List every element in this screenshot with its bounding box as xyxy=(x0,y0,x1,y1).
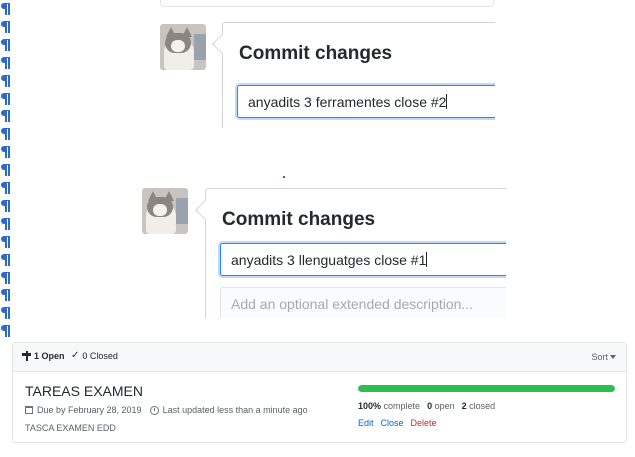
commit-title: Commit changes xyxy=(222,209,376,230)
milestone-description: TASCA EXAMEN EDD xyxy=(25,423,116,433)
milestone-progress-bar xyxy=(358,385,615,392)
milestone-updated: Last updated less than a minute ago xyxy=(162,405,308,415)
pilcrow-icon xyxy=(0,233,12,251)
progress-fill xyxy=(358,385,615,392)
sort-dropdown[interactable]: Sort xyxy=(591,352,616,362)
pilcrow-icon xyxy=(0,107,12,125)
pilcrow-icon xyxy=(0,304,12,322)
milestone-row: TAREAS EXAMEN Due by February 28, 2019 L… xyxy=(13,373,626,443)
tab-closed-milestones[interactable]: ✓ 0 Closed xyxy=(71,350,118,362)
pilcrow-icon xyxy=(0,286,12,304)
milestones-header: 1 Open ✓ 0 Closed Sort xyxy=(13,343,626,372)
delete-link[interactable]: Delete xyxy=(411,418,437,428)
milestone-stats: 100% complete 0 open 2 closed xyxy=(358,401,496,411)
avatar xyxy=(160,24,206,70)
pilcrow-icon xyxy=(0,322,12,340)
chevron-down-icon xyxy=(610,355,616,359)
milestone-meta: Due by February 28, 2019 Last updated le… xyxy=(25,405,308,415)
calendar-icon xyxy=(25,406,33,414)
close-link[interactable]: Close xyxy=(381,418,404,428)
pilcrow-icon xyxy=(0,143,12,161)
pilcrow-icon xyxy=(0,0,12,18)
commit-message-input[interactable]: anyadits 3 llenguatges close #1 xyxy=(220,243,506,276)
tab-open-milestones[interactable]: 1 Open xyxy=(22,351,65,361)
pilcrow-icon xyxy=(0,161,12,179)
top-panel-edge xyxy=(160,0,494,7)
commit-panel-2: Commit changes anyadits 3 llenguatges cl… xyxy=(135,180,506,318)
pilcrow-icon xyxy=(0,90,12,108)
pilcrow-icon xyxy=(0,179,12,197)
pilcrow-icon xyxy=(0,197,12,215)
commit-message-input[interactable]: anyadits 3 ferramentes close #2 xyxy=(237,85,495,118)
commit-form: Commit changes anyadits 3 llenguatges cl… xyxy=(195,188,506,318)
commit-description-field[interactable]: Add an optional extended description... xyxy=(220,287,506,318)
milestone-actions: Edit Close Delete xyxy=(358,418,437,428)
milestone-due-date: Due by February 28, 2019 xyxy=(37,405,142,415)
pilcrow-icon xyxy=(0,269,12,287)
milestone-title[interactable]: TAREAS EXAMEN xyxy=(25,383,143,399)
pilcrow-icon xyxy=(0,54,12,72)
stray-mark xyxy=(283,176,285,178)
commit-form: Commit changes anyadits 3 ferramentes cl… xyxy=(212,22,495,128)
pilcrow-icon xyxy=(0,215,12,233)
edit-link[interactable]: Edit xyxy=(358,418,374,428)
pilcrow-icon xyxy=(0,251,12,269)
pilcrow-icon xyxy=(0,18,12,36)
pilcrow-icon xyxy=(0,125,12,143)
pilcrow-icon xyxy=(0,36,12,54)
commit-panel-1: Commit changes anyadits 3 ferramentes cl… xyxy=(150,14,495,128)
paragraph-marks-margin xyxy=(0,0,12,340)
pilcrow-icon xyxy=(0,72,12,90)
clock-icon xyxy=(149,405,159,415)
milestones-list: 1 Open ✓ 0 Closed Sort TAREAS EXAMEN Due… xyxy=(12,342,627,443)
commit-title: Commit changes xyxy=(239,43,393,64)
avatar xyxy=(142,188,188,234)
milestone-icon xyxy=(22,351,31,361)
check-icon: ✓ xyxy=(71,350,80,361)
